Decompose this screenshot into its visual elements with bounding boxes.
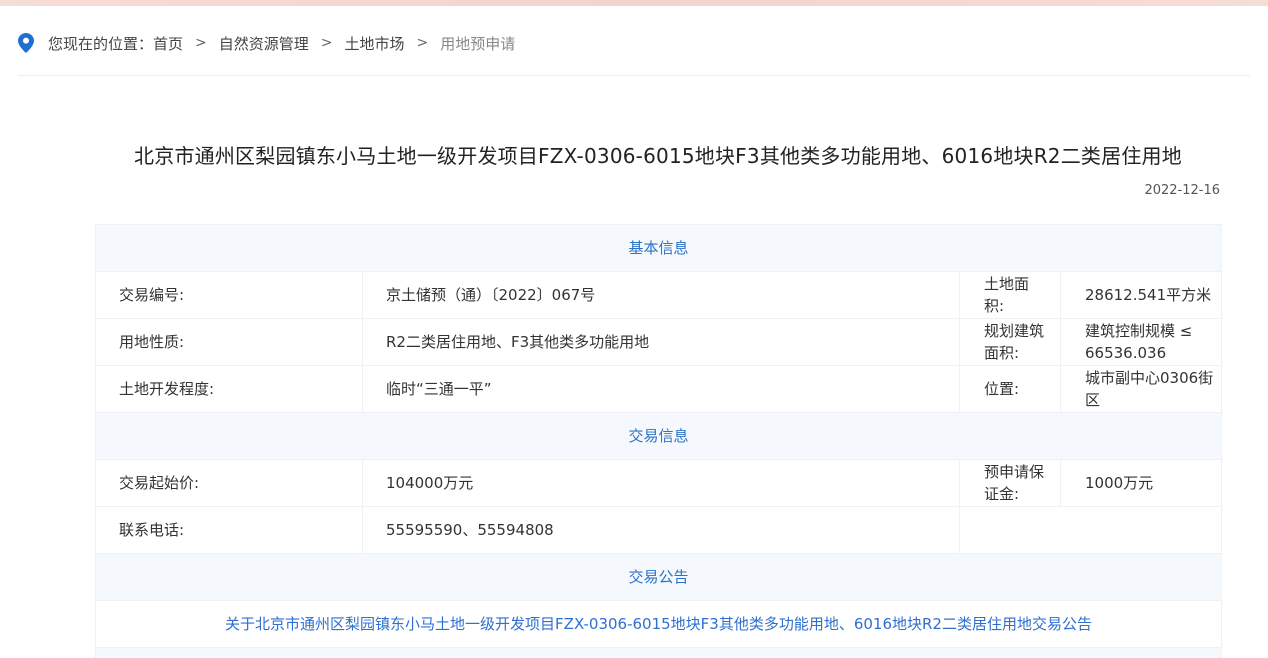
deposit-value: 1000万元 [1061,460,1222,507]
start-price-label: 交易起始价: [96,460,363,507]
table-row: 联系电话: 55595590、55594808 [96,507,1222,554]
deposit-label: 预申请保证金: [960,460,1061,507]
dev-level-label: 土地开发程度: [96,366,363,413]
start-price-value: 104000万元 [363,460,960,507]
empty-cell [960,507,1222,554]
breadcrumb-prefix: 您现在的位置： [48,33,153,54]
breadcrumb: 您现在的位置： 首页 > 自然资源管理 > 土地市场 > 用地预申请 [18,30,515,56]
breadcrumb-current: 用地预申请 [440,33,515,54]
publish-date: 2022-12-16 [1144,183,1220,198]
table-row: 交易编号: 京土储预（通）〔2022〕067号 土地面积: 28612.541平… [96,272,1222,319]
section-header-basic: 基本信息 [96,225,1222,272]
breadcrumb-separator: > [417,35,429,51]
location-value: 城市副中心0306街区 [1061,366,1222,413]
table-footer-strip [96,648,1222,658]
breadcrumb-land-market[interactable]: 土地市场 [345,33,405,54]
table-row: 关于北京市通州区梨园镇东小马土地一级开发项目FZX-0306-6015地块F3其… [96,601,1222,648]
footer-strip-cell [96,648,1222,658]
table-row: 用地性质: R2二类居住用地、F3其他类多功能用地 规划建筑面积: 建筑控制规模… [96,319,1222,366]
land-use-label: 用地性质: [96,319,363,366]
phone-label: 联系电话: [96,507,363,554]
table-row: 土地开发程度: 临时“三通一平” 位置: 城市副中心0306街区 [96,366,1222,413]
phone-value: 55595590、55594808 [363,507,960,554]
land-area-label: 土地面积: [960,272,1061,319]
map-pin-icon [18,33,34,53]
breadcrumb-divider [18,75,1250,76]
section-title-trade: 交易信息 [96,413,1222,460]
table-row: 交易起始价: 104000万元 预申请保证金: 1000万元 [96,460,1222,507]
land-info-table: 基本信息 交易编号: 京土储预（通）〔2022〕067号 土地面积: 28612… [95,224,1222,658]
building-area-label: 规划建筑面积: [960,319,1061,366]
building-area-value: 建筑控制规模 ≤ 66536.036 [1061,319,1222,366]
section-header-trade: 交易信息 [96,413,1222,460]
notice-cell: 关于北京市通州区梨园镇东小马土地一级开发项目FZX-0306-6015地块F3其… [96,601,1222,648]
location-label: 位置: [960,366,1061,413]
breadcrumb-home[interactable]: 首页 [153,33,183,54]
land-area-value: 28612.541平方米 [1061,272,1222,319]
section-title-basic: 基本信息 [96,225,1222,272]
trade-no-label: 交易编号: [96,272,363,319]
top-banner-strip [0,0,1268,6]
breadcrumb-natural-resources[interactable]: 自然资源管理 [219,33,309,54]
section-header-notice: 交易公告 [96,554,1222,601]
section-title-notice: 交易公告 [96,554,1222,601]
page-title: 北京市通州区梨园镇东小马土地一级开发项目FZX-0306-6015地块F3其他类… [0,140,1268,169]
dev-level-value: 临时“三通一平” [363,366,960,413]
breadcrumb-separator: > [321,35,333,51]
notice-link[interactable]: 关于北京市通州区梨园镇东小马土地一级开发项目FZX-0306-6015地块F3其… [225,615,1092,633]
land-use-value: R2二类居住用地、F3其他类多功能用地 [363,319,960,366]
trade-no-value: 京土储预（通）〔2022〕067号 [363,272,960,319]
breadcrumb-separator: > [195,35,207,51]
